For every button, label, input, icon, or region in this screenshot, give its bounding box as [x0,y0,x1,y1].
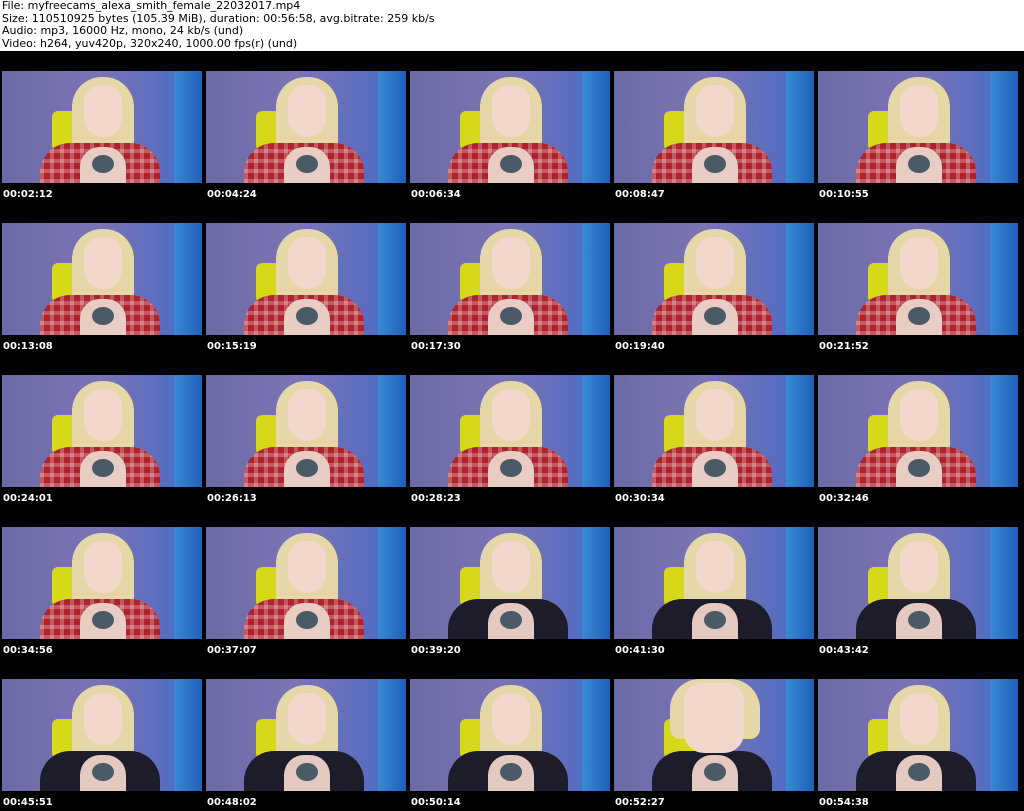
thumbnail-tile: 00:02:12 [0,51,204,203]
thumbnail-image [614,527,814,639]
thumbnail-image [2,527,202,639]
thumbnail-timestamp: 00:32:46 [819,493,869,504]
thumbnail-timestamp: 00:30:34 [615,493,665,504]
thumbnail-image [2,223,202,335]
thumbnail-timestamp: 00:52:27 [615,797,665,808]
thumbnail-timestamp: 00:34:56 [3,645,53,656]
thumbnail-tile: 00:48:02 [204,659,408,811]
thumbnail-image [206,223,406,335]
thumbnail-timestamp: 00:17:30 [411,341,461,352]
thumbnail-tile: 00:45:51 [0,659,204,811]
thumbnail-image [818,71,1018,183]
thumbnail-timestamp: 00:15:19 [207,341,257,352]
thumbnail-tile: 00:30:34 [612,355,816,507]
thumbnail-tile: 00:54:38 [816,659,1020,811]
thumbnail-timestamp: 00:13:08 [3,341,53,352]
thumbnail-image [410,679,610,791]
thumbnail-image [818,527,1018,639]
file-name-line: File: myfreecams_alexa_smith_female_2203… [2,0,301,12]
thumbnail-image [818,679,1018,791]
thumbnail-tile: 00:06:34 [408,51,612,203]
thumbnail-timestamp: 00:10:55 [819,189,869,200]
thumbnail-tile: 00:13:08 [0,203,204,355]
thumbnail-tile: 00:41:30 [612,507,816,659]
thumbnail-tile: 00:04:24 [204,51,408,203]
thumbnail-timestamp: 00:19:40 [615,341,665,352]
thumbnail-tile: 00:39:20 [408,507,612,659]
thumbnail-timestamp: 00:04:24 [207,189,257,200]
thumbnail-tile: 00:26:13 [204,355,408,507]
thumbnail-tile: 00:15:19 [204,203,408,355]
thumbnail-timestamp: 00:37:07 [207,645,257,656]
thumbnail-image [818,223,1018,335]
thumbnail-image [614,375,814,487]
file-info-header: File: myfreecams_alexa_smith_female_2203… [2,0,1022,50]
thumbnail-grid: 00:02:12 00:04:24 00:06:34 00:08:47 00:10:55… [0,51,1024,811]
thumbnail-image [818,375,1018,487]
thumbnail-image [614,71,814,183]
thumbnail-tile: 00:21:52 [816,203,1020,355]
thumbnail-timestamp: 00:43:42 [819,645,869,656]
thumbnail-tile: 00:32:46 [816,355,1020,507]
thumbnail-image [206,71,406,183]
thumbnail-tile: 00:10:55 [816,51,1020,203]
thumbnail-tile: 00:52:27 [612,659,816,811]
thumbnail-image [614,223,814,335]
thumbnail-image [2,679,202,791]
thumbnail-tile: 00:34:56 [0,507,204,659]
thumbnail-tile: 00:43:42 [816,507,1020,659]
thumbnail-tile: 00:08:47 [612,51,816,203]
thumbnail-image [2,375,202,487]
thumbnail-tile: 00:37:07 [204,507,408,659]
thumbnail-timestamp: 00:21:52 [819,341,869,352]
thumbnail-image [410,223,610,335]
audio-info-line: Audio: mp3, 16000 Hz, mono, 24 kb/s (und… [2,24,244,37]
thumbnail-timestamp: 00:48:02 [207,797,257,808]
thumbnail-timestamp: 00:02:12 [3,189,53,200]
thumbnail-image [410,375,610,487]
thumbnail-timestamp: 00:26:13 [207,493,257,504]
thumbnail-image [206,679,406,791]
thumbnail-tile: 00:50:14 [408,659,612,811]
thumbnail-timestamp: 00:54:38 [819,797,869,808]
thumbnail-timestamp: 00:08:47 [615,189,665,200]
thumbnail-tile: 00:19:40 [612,203,816,355]
thumbnail-timestamp: 00:28:23 [411,493,461,504]
thumbnail-image [2,71,202,183]
thumbnail-timestamp: 00:39:20 [411,645,461,656]
thumbnail-tile: 00:24:01 [0,355,204,507]
thumbnail-image [410,71,610,183]
thumbnail-image [206,527,406,639]
thumbnail-tile: 00:28:23 [408,355,612,507]
thumbnail-timestamp: 00:45:51 [3,797,53,808]
thumbnail-image [206,375,406,487]
thumbnail-tile: 00:17:30 [408,203,612,355]
thumbnail-timestamp: 00:06:34 [411,189,461,200]
thumbnail-timestamp: 00:41:30 [615,645,665,656]
video-info-line: Video: h264, yuv420p, 320x240, 1000.00 f… [2,36,298,50]
thumbnail-timestamp: 00:24:01 [3,493,53,504]
thumbnail-image [410,527,610,639]
thumbnail-timestamp: 00:50:14 [411,797,461,808]
thumbnail-image [614,679,814,791]
